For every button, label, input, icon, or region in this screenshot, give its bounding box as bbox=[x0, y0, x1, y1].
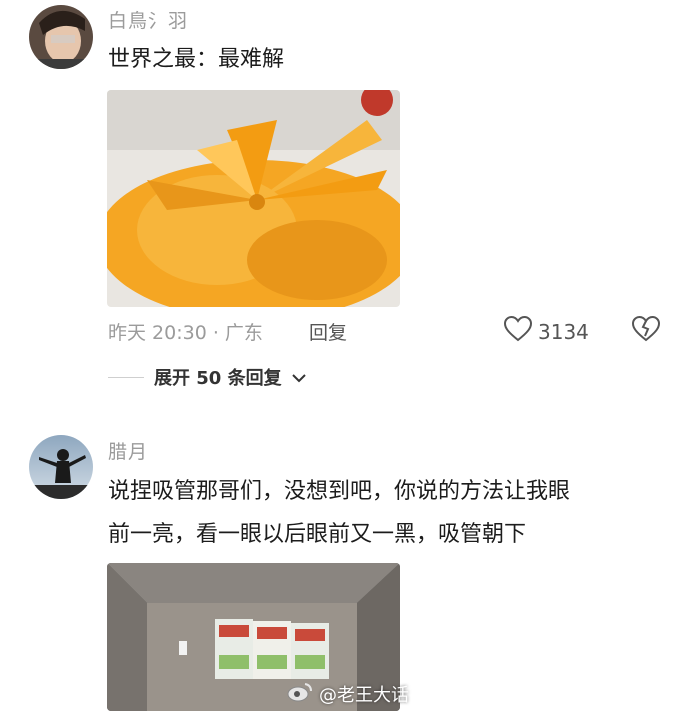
like-button[interactable]: 3134 bbox=[503, 315, 589, 347]
comment-text-line1: 说捏吸管那哥们，没想到吧，你说的方法让我眼 bbox=[108, 479, 571, 504]
watermark: @老王大话 bbox=[287, 681, 409, 707]
avatar[interactable] bbox=[29, 5, 93, 69]
weibo-icon bbox=[287, 682, 313, 707]
divider bbox=[108, 376, 144, 378]
comment-time: 昨天 20:30 · 广东 bbox=[108, 318, 263, 345]
broken-heart-icon[interactable] bbox=[631, 315, 661, 346]
comment-username[interactable]: 白鳥氵羽 bbox=[108, 6, 188, 33]
separator-dot: · bbox=[206, 322, 225, 344]
comment-time-text: 昨天 20:30 bbox=[108, 322, 207, 344]
like-count: 3134 bbox=[538, 319, 589, 344]
chevron-down-icon bbox=[291, 367, 306, 388]
comment-location: 广东 bbox=[224, 322, 263, 344]
avatar[interactable] bbox=[29, 435, 93, 499]
reply-button[interactable]: 回复 bbox=[309, 318, 347, 345]
watermark-text: @老王大话 bbox=[319, 685, 409, 706]
comment-username[interactable]: 腊月 bbox=[108, 437, 148, 464]
expand-replies[interactable]: 展开 50 条回复 bbox=[108, 364, 306, 390]
comment-text: 世界之最：最难解 bbox=[108, 47, 285, 72]
comment-image[interactable] bbox=[107, 90, 400, 307]
expand-replies-label: 展开 50 条回复 bbox=[154, 368, 282, 389]
heart-icon bbox=[503, 315, 533, 347]
comment-text-line2: 前一亮，看一眼以后眼前又一黑，吸管朝下 bbox=[108, 522, 527, 547]
